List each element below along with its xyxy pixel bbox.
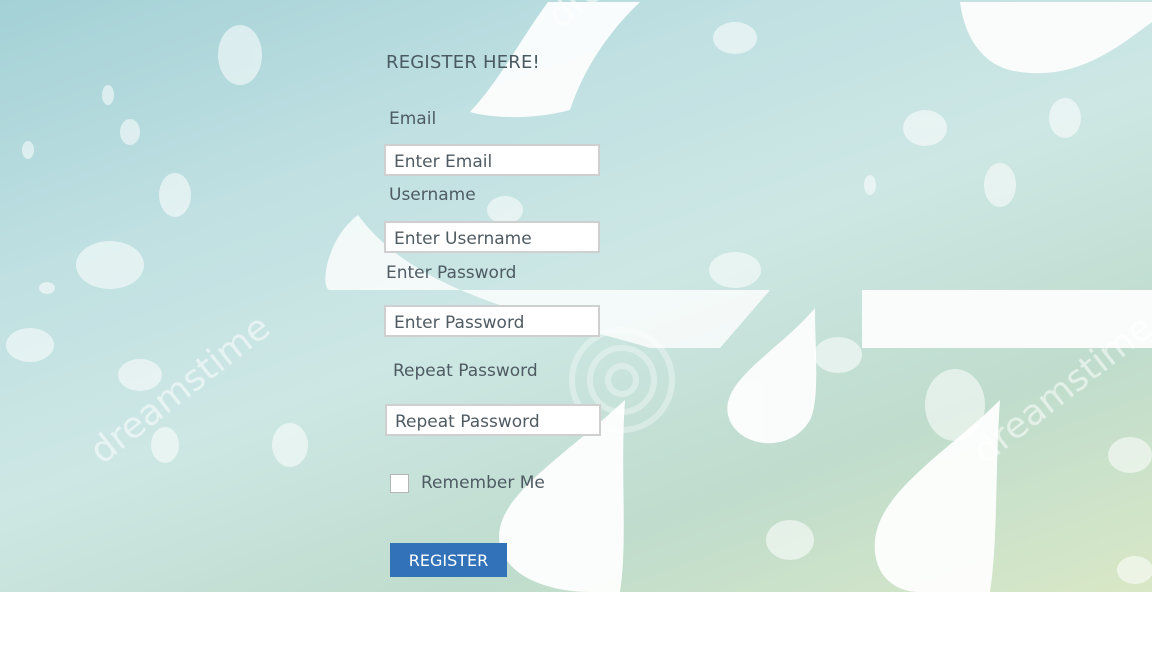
username-input[interactable] xyxy=(384,221,600,253)
raindrop-background-graphic: dreamstime dreamstime dreamstime xyxy=(6,0,1152,592)
remember-me-label[interactable]: Remember Me xyxy=(421,473,545,493)
watermark-left: dreamstime xyxy=(82,307,278,472)
background-image: dreamstime dreamstime dreamstime REGISTE… xyxy=(0,0,1152,592)
email-label: Email xyxy=(389,109,437,129)
password-input[interactable] xyxy=(384,305,600,337)
remember-me-row: Remember Me xyxy=(390,473,545,493)
repeat-password-label: Repeat Password xyxy=(393,361,538,381)
username-label: Username xyxy=(389,185,476,205)
register-button[interactable]: REGISTER xyxy=(390,543,507,577)
email-input[interactable] xyxy=(384,144,600,176)
password-label: Enter Password xyxy=(386,263,517,283)
form-title: REGISTER HERE! xyxy=(386,52,540,73)
remember-me-checkbox[interactable] xyxy=(390,473,409,493)
repeat-password-input[interactable] xyxy=(385,404,601,436)
